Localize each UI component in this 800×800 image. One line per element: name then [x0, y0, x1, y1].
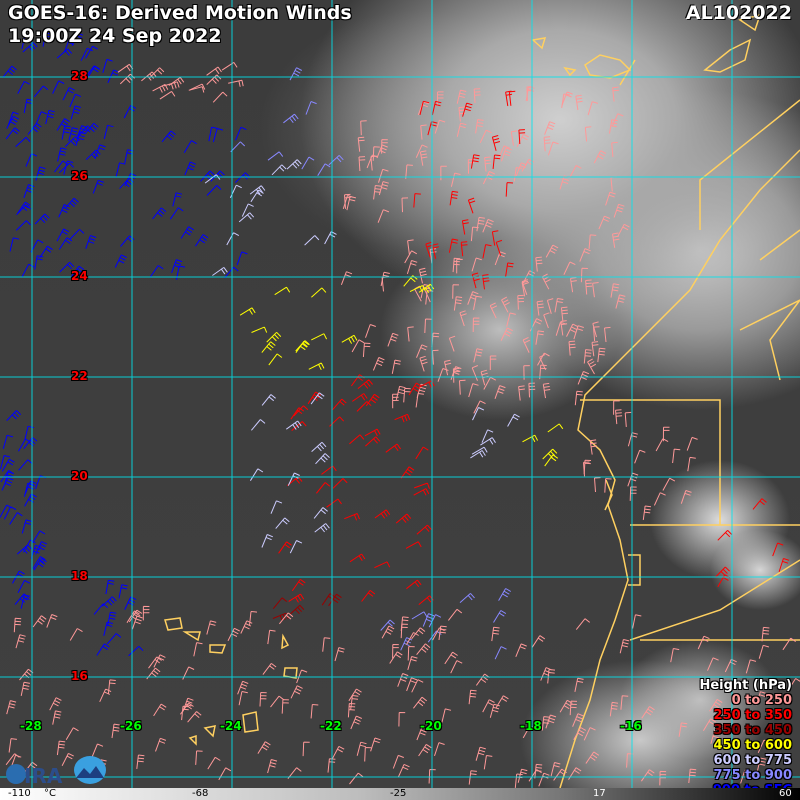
colorbar-tick: -110: [8, 788, 31, 799]
lon-label: -26: [120, 719, 142, 733]
height-legend: Height (hPa) 0 to 250 250 to 350 350 to …: [699, 678, 792, 798]
lat-label: 26: [71, 169, 88, 183]
map-title: GOES-16: Derived Motion Winds: [8, 2, 352, 24]
map-datetime: 19:00Z 24 Sep 2022: [8, 25, 222, 47]
cira-rammb-logos: IRA: [6, 756, 106, 786]
satellite-wind-map: 28 26 24 22 20 18 16 -28 -26 -24 -22 -20…: [0, 0, 800, 800]
storm-id: AL102022: [685, 2, 792, 24]
colorbar-unit: °C: [44, 788, 56, 799]
legend-item: 775 to 900: [713, 768, 792, 783]
lon-label: -20: [420, 719, 442, 733]
legend-item: 0 to 250: [731, 693, 792, 708]
earth-logo-icon: [6, 764, 26, 784]
lon-label: -24: [220, 719, 242, 733]
legend-title: Height (hPa): [699, 678, 792, 693]
lat-label: 18: [71, 569, 88, 583]
cira-logo-icon: IRA: [24, 764, 63, 786]
colorbar-tick: 17: [593, 788, 606, 799]
rammb-logo-icon: [74, 756, 106, 784]
lat-label: 24: [71, 269, 88, 283]
lon-label: -18: [520, 719, 542, 733]
lat-label: 28: [71, 69, 88, 83]
lat-lon-grid: [0, 0, 800, 788]
legend-item: 450 to 600: [713, 738, 792, 753]
colorbar-tick: 60: [779, 788, 792, 799]
lon-label: -16: [620, 719, 642, 733]
colorbar-tick: -25: [390, 788, 407, 799]
legend-item: 350 to 450: [713, 723, 792, 738]
lat-label: 22: [71, 369, 88, 383]
colorbar-tick: -68: [192, 788, 209, 799]
legend-item: 600 to 775: [713, 753, 792, 768]
legend-item: 250 to 350: [713, 708, 792, 723]
lat-label: 16: [71, 669, 88, 683]
lon-label: -28: [20, 719, 42, 733]
lat-label: 20: [71, 469, 88, 483]
lon-label: -22: [320, 719, 342, 733]
